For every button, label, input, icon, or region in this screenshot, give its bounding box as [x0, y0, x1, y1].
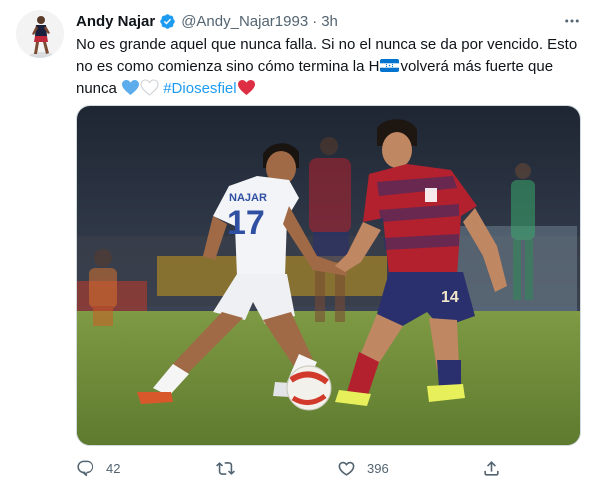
tweet-header: Andy Najar @Andy_Najar1993 · 3h: [76, 10, 338, 32]
tweet-timestamp[interactable]: 3h: [321, 13, 338, 30]
soccer-ball: [286, 365, 332, 411]
tweet-text-line-2-start: no es como comienza sino cómo termina la…: [76, 58, 380, 75]
author-display-name[interactable]: Andy Najar: [76, 13, 155, 30]
tweet-text: No es grande aquel que nunca falla. Si n…: [76, 34, 578, 103]
author-handle[interactable]: @Andy_Najar1993: [181, 13, 308, 30]
share-icon: [482, 459, 501, 478]
hashtag-link[interactable]: #Diosesfiel: [163, 80, 236, 97]
retweet-button[interactable]: [216, 456, 246, 480]
avatar[interactable]: [16, 10, 64, 58]
blue-heart-emoji: [121, 79, 140, 103]
red-heart-emoji: [237, 79, 256, 103]
svg-text:NAJAR: NAJAR: [229, 192, 267, 204]
separator-dot: ·: [312, 12, 318, 30]
tweet-photo[interactable]: 17 NAJAR 14: [76, 105, 581, 446]
tweet-actions: 42 396: [76, 456, 581, 480]
tweet-text-line-2: no es como comienza sino cómo termina la…: [76, 56, 576, 78]
retweet-icon: [216, 459, 235, 478]
tweet-text-line-1: No es grande aquel que nunca falla. Si n…: [76, 36, 578, 53]
like-count: 396: [367, 460, 389, 476]
honduras-flag-emoji: [380, 57, 400, 72]
white-heart-emoji: [140, 79, 159, 103]
verified-badge-icon: [159, 13, 176, 30]
like-icon: [337, 459, 356, 478]
more-options-icon[interactable]: [560, 12, 584, 30]
reply-count: 42: [106, 460, 121, 476]
tweet[interactable]: Andy Najar @Andy_Najar1993 · 3h No es gr…: [0, 0, 595, 488]
tweet-text-line-2-end: volverá más fuerte que: [400, 58, 554, 75]
tweet-text-line-3: nunca #Diosesfiel: [76, 78, 576, 103]
svg-text:14: 14: [441, 289, 459, 306]
reply-icon: [76, 459, 95, 478]
like-button[interactable]: 396: [337, 456, 389, 480]
svg-text:17: 17: [227, 204, 265, 242]
share-button[interactable]: [482, 456, 501, 480]
reply-button[interactable]: 42: [76, 456, 120, 480]
tweet-text-line-3-word: nunca: [76, 80, 117, 97]
